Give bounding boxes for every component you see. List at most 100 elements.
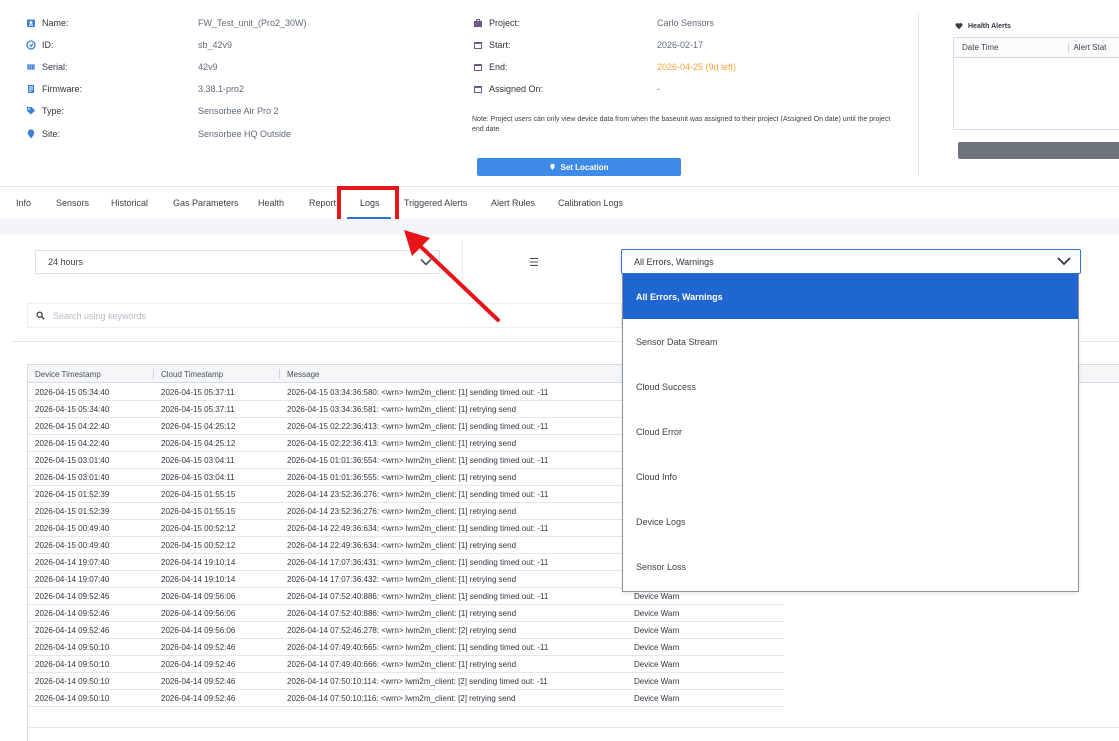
device-serial-label: Serial: <box>42 62 68 72</box>
section-band <box>0 219 1119 235</box>
project-assigned-row: Assigned On: <box>473 81 543 97</box>
cloud-timestamp-cell: 2026-04-15 01:55:15 <box>161 490 236 499</box>
health-alerts-header: Date Time Alert Stat <box>954 38 1119 58</box>
option-sensor-data-stream[interactable]: Sensor Data Stream <box>623 319 1078 364</box>
device-timestamp-cell: 2026-04-15 04:22:40 <box>35 422 110 431</box>
health-alerts-scrollbar[interactable] <box>958 142 1119 159</box>
project-end-value: 2026-04-25 (9d left) <box>657 62 737 72</box>
device-timestamp-cell: 2026-04-14 09:52:46 <box>35 626 110 635</box>
option-cloud-success[interactable]: Cloud Success <box>623 364 1078 409</box>
table-row[interactable]: 2026-04-14 09:50:10 2026-04-14 09:52:46 20… <box>28 639 784 656</box>
table-row[interactable]: 2026-04-14 09:50:10 2026-04-14 09:52:46 20… <box>28 656 784 673</box>
log-type-cell: Device Warn <box>634 626 680 635</box>
message-cell: 2026-04-14 17:07:36:431: <wrn> lwm2m_cli… <box>287 558 549 567</box>
device-name-label: Name: <box>42 18 69 28</box>
briefcase-icon <box>474 19 482 27</box>
col-device-timestamp[interactable]: Device Timestamp <box>35 370 101 379</box>
tab-triggered-alerts[interactable]: Triggered Alerts <box>404 198 467 208</box>
cloud-timestamp-cell: 2026-04-15 04:25:12 <box>161 422 236 431</box>
calendar-icon <box>474 64 482 71</box>
log-type-dropdown: All Errors, Warnings Sensor Data Stream … <box>622 274 1079 592</box>
table-row[interactable]: 2026-04-14 09:52:46 2026-04-14 09:56:06 20… <box>28 605 784 622</box>
cloud-timestamp-cell: 2026-04-14 09:56:06 <box>161 592 236 601</box>
option-cloud-info[interactable]: Cloud Info <box>623 454 1078 499</box>
tab-calibration-logs[interactable]: Calibration Logs <box>558 198 623 208</box>
project-start-value: 2026-02-17 <box>657 40 704 50</box>
search-input[interactable] <box>53 310 553 321</box>
project-assigned-value: - <box>657 84 660 94</box>
option-all-errors-warnings[interactable]: All Errors, Warnings <box>623 274 1078 319</box>
time-range-value: 24 hours <box>48 257 84 267</box>
log-type-cell: Device Warn <box>634 677 680 686</box>
device-firmware-label: Firmware: <box>42 84 82 94</box>
tab-report[interactable]: Report <box>309 198 336 208</box>
log-type-cell: Device Warn <box>634 592 680 601</box>
log-type-cell: Device Warn <box>634 694 680 703</box>
project-end-row: End: <box>473 59 508 75</box>
device-site-value: Sensorbee HQ Outside <box>198 129 292 139</box>
location-pin-icon <box>550 163 556 171</box>
calendar-icon <box>474 86 482 93</box>
health-col-status: Alert Stat <box>1073 43 1107 52</box>
tab-health[interactable]: Health <box>258 198 284 208</box>
device-timestamp-cell: 2026-04-15 04:22:40 <box>35 439 110 448</box>
health-alerts-table: Date Time Alert Stat <box>953 37 1119 130</box>
log-type-cell: Device Warn <box>634 660 680 669</box>
device-timestamp-cell: 2026-04-14 09:52:46 <box>35 592 110 601</box>
device-timestamp-cell: 2026-04-14 09:50:10 <box>35 660 110 669</box>
message-cell: 2026-04-15 01:01:36:555: <wrn> lwm2m_cli… <box>287 473 517 482</box>
message-cell: 2026-04-14 23:52:36:276: <wrn> lwm2m_cli… <box>287 490 549 499</box>
table-row[interactable]: 2026-04-14 09:52:46 2026-04-14 09:56:06 20… <box>28 622 784 639</box>
tab-alert-rules[interactable]: Alert Rules <box>491 198 535 208</box>
set-location-button[interactable]: Set Location <box>477 158 681 176</box>
project-start-label: Start: <box>489 40 511 50</box>
cloud-timestamp-cell: 2026-04-15 01:55:15 <box>161 507 236 516</box>
table-row[interactable]: 2026-04-14 09:50:10 2026-04-14 09:52:46 20… <box>28 673 784 690</box>
message-cell: 2026-04-15 03:34:36:581: <wrn> lwm2m_cli… <box>287 405 517 414</box>
cloud-timestamp-cell: 2026-04-14 09:52:46 <box>161 643 236 652</box>
message-cell: 2026-04-14 23:52:36:276: <wrn> lwm2m_cli… <box>287 507 517 516</box>
message-cell: 2026-04-14 07:52:46:278: <wrn> lwm2m_cli… <box>287 626 517 635</box>
cloud-timestamp-cell: 2026-04-14 09:56:06 <box>161 609 236 618</box>
log-type-cell: Device Warn <box>634 609 680 618</box>
device-timestamp-cell: 2026-04-15 03:01:40 <box>35 456 110 465</box>
option-device-logs[interactable]: Device Logs <box>623 499 1078 544</box>
device-firmware-row: Firmware: <box>26 81 82 97</box>
table-row[interactable]: 2026-04-14 09:50:10 2026-04-14 09:52:46 20… <box>28 690 784 707</box>
message-cell: 2026-04-15 03:34:36:580: <wrn> lwm2m_cli… <box>287 388 549 397</box>
message-cell: 2026-04-14 07:49:40:666: <wrn> lwm2m_cli… <box>287 660 517 669</box>
device-timestamp-cell: 2026-04-14 09:52:46 <box>35 609 110 618</box>
option-cloud-error[interactable]: Cloud Error <box>623 409 1078 454</box>
tab-gas-parameters[interactable]: Gas Parameters <box>173 198 239 208</box>
device-type-label: Type: <box>42 106 65 116</box>
message-cell: 2026-04-15 02:22:36:413: <wrn> lwm2m_cli… <box>287 439 517 448</box>
device-site-row: Site: <box>26 126 60 142</box>
col-cloud-timestamp[interactable]: Cloud Timestamp <box>161 370 223 379</box>
device-timestamp-cell: 2026-04-15 03:01:40 <box>35 473 110 482</box>
calendar-icon <box>474 42 482 49</box>
device-timestamp-cell: 2026-04-14 09:50:10 <box>35 694 110 703</box>
device-timestamp-cell: 2026-04-14 19:07:40 <box>35 558 110 567</box>
tag-icon <box>27 107 35 115</box>
cloud-timestamp-cell: 2026-04-14 09:56:06 <box>161 626 236 635</box>
log-type-cell: Device Warn <box>634 643 680 652</box>
device-timestamp-cell: 2026-04-15 00:49:40 <box>35 541 110 550</box>
col-message[interactable]: Message <box>287 370 319 379</box>
set-location-label: Set Location <box>560 162 609 172</box>
time-range-select[interactable]: 24 hours <box>35 250 440 274</box>
option-sensor-loss[interactable]: Sensor Loss <box>623 544 1078 589</box>
tab-info[interactable]: Info <box>16 198 31 208</box>
device-id-row: ID: <box>26 37 54 53</box>
message-cell: 2026-04-14 07:52:40:886: <wrn> lwm2m_cli… <box>287 609 517 618</box>
device-timestamp-cell: 2026-04-15 05:34:40 <box>35 388 110 397</box>
cloud-timestamp-cell: 2026-04-15 03:04:11 <box>161 456 235 465</box>
cloud-timestamp-cell: 2026-04-14 09:52:46 <box>161 660 236 669</box>
tab-sensors[interactable]: Sensors <box>56 198 89 208</box>
table-bottom-border <box>28 727 1119 728</box>
tabs-top-border <box>0 186 1119 187</box>
project-end-label: End: <box>489 62 508 72</box>
tab-historical[interactable]: Historical <box>111 198 148 208</box>
project-assigned-label: Assigned On: <box>489 84 544 94</box>
log-type-select[interactable]: All Errors, Warnings <box>621 249 1081 274</box>
menu-icon[interactable]: ☰ <box>529 256 539 269</box>
